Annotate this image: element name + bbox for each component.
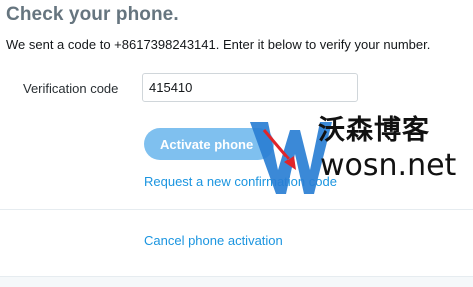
verify-phone-page: Check your phone. We sent a code to +861… <box>0 0 473 287</box>
verification-code-input[interactable] <box>142 73 358 102</box>
watermark-brand-text: 沃森博客 <box>318 115 430 146</box>
verification-code-label: Verification code <box>23 81 119 96</box>
watermark-url-text: wosn.net <box>320 148 457 183</box>
section-divider <box>0 209 473 210</box>
cancel-activation-link[interactable]: Cancel phone activation <box>144 233 283 248</box>
activate-phone-button[interactable]: Activate phone <box>144 128 274 160</box>
request-new-code-link[interactable]: Request a new confirmation code <box>144 174 337 189</box>
footer-strip <box>0 276 473 287</box>
page-title: Check your phone. <box>6 4 179 25</box>
instruction-text: We sent a code to +8617398243141. Enter … <box>6 37 431 52</box>
